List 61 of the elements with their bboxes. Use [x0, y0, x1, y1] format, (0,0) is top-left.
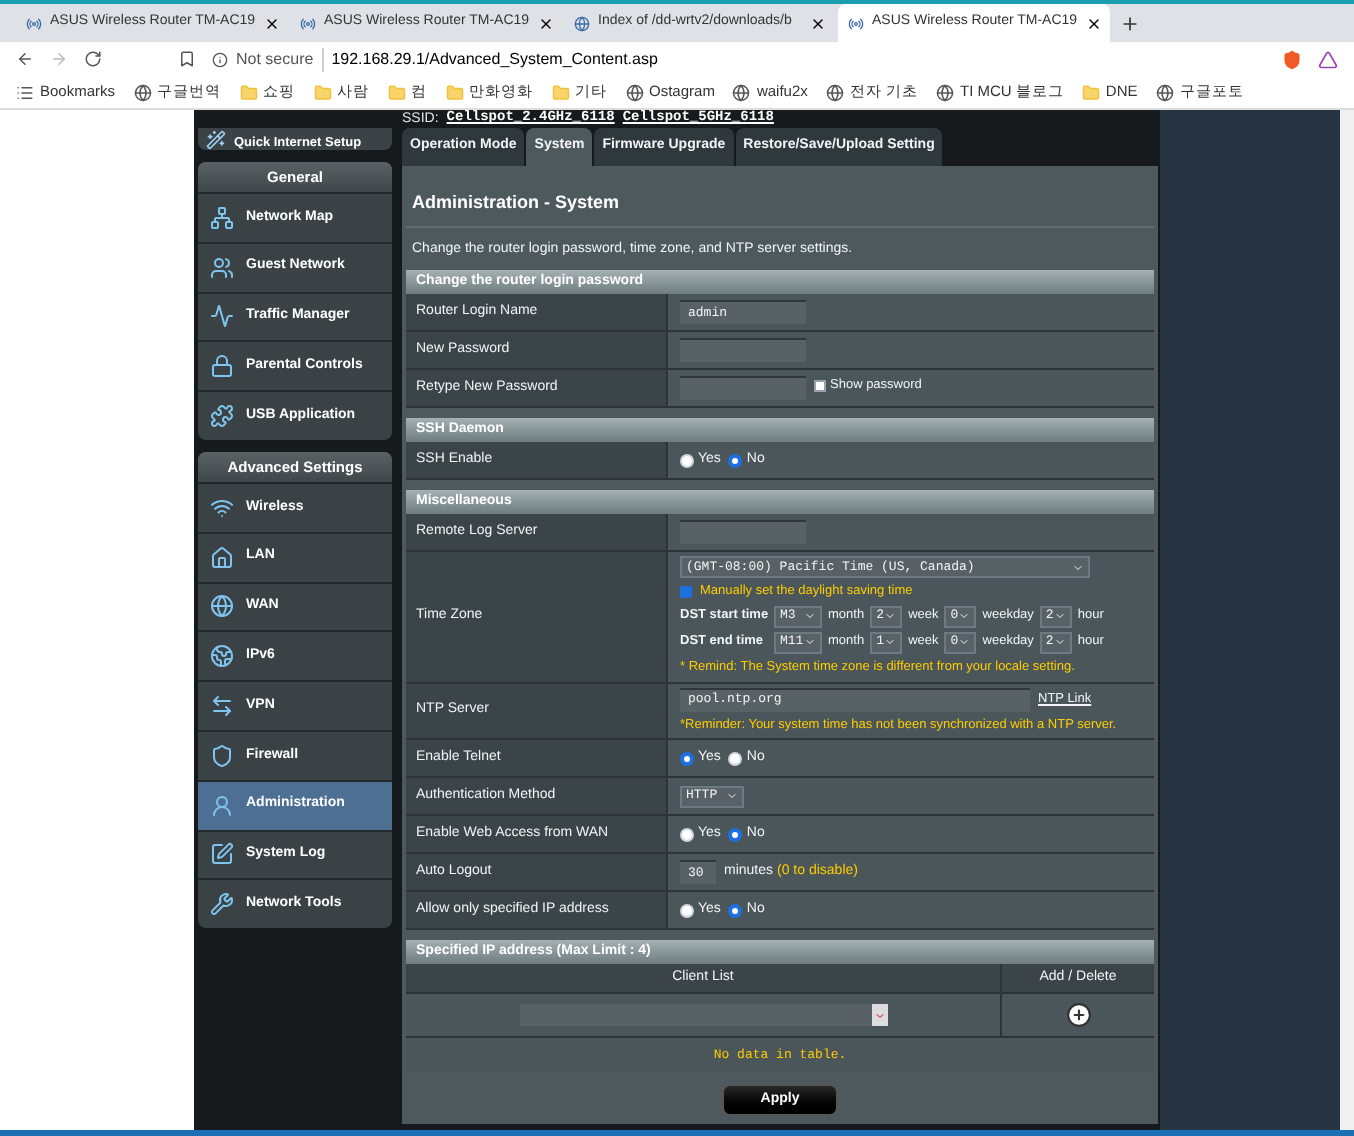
url-text: 192.168.29.1/Advanced_System_Content.asp [321, 47, 658, 71]
globe-icon [935, 83, 954, 101]
folder-icon [239, 83, 258, 101]
page-title: Administration - System [406, 166, 1154, 227]
back-icon[interactable] [16, 50, 34, 68]
globe-icon [825, 83, 844, 101]
radio-button[interactable] [728, 453, 743, 467]
globe-icon [210, 644, 234, 669]
globe-icon [625, 83, 644, 101]
folder-icon [387, 83, 406, 101]
shield-icon [210, 743, 234, 768]
input-field[interactable] [680, 338, 806, 362]
shield-icon[interactable] [1282, 49, 1302, 69]
close-icon[interactable] [810, 15, 826, 31]
globe-icon [732, 83, 751, 101]
folder-icon [1081, 83, 1100, 101]
router-icon [26, 15, 42, 31]
close-icon[interactable] [537, 15, 554, 31]
new-tab-icon[interactable] [1120, 14, 1140, 34]
close-icon[interactable] [263, 15, 280, 31]
checkbox[interactable] [814, 379, 826, 392]
globe-icon [574, 15, 590, 31]
pen-icon [210, 842, 234, 867]
chevron-icon [726, 790, 738, 803]
bookmark-icon[interactable] [178, 50, 196, 68]
user-icon [210, 793, 234, 818]
lock-icon [210, 354, 234, 379]
add-icon[interactable] [1065, 1002, 1091, 1029]
wrench-icon [210, 892, 234, 917]
folder-icon [313, 83, 332, 101]
network-icon [210, 205, 234, 230]
router-icon [848, 15, 864, 31]
radio-button[interactable] [728, 903, 743, 918]
info-icon [212, 51, 228, 67]
folder-icon [445, 83, 464, 101]
dropdown-icon [873, 1009, 885, 1022]
chevron-icon [1072, 561, 1084, 573]
globe-icon [133, 83, 152, 101]
arrows-icon [210, 694, 234, 719]
folder-icon [551, 83, 570, 101]
checkbox[interactable] [680, 585, 692, 598]
puzzle-icon [210, 404, 234, 429]
address-bar[interactable]: Not secure 192.168.29.1/Advanced_System_Content.asp [212, 46, 1266, 72]
scrollbar[interactable] [1340, 110, 1354, 1130]
input-field[interactable] [680, 376, 806, 400]
router-icon [300, 15, 316, 31]
globe-icon [210, 594, 234, 619]
users-icon [210, 255, 234, 280]
radio-button[interactable] [728, 827, 743, 842]
house-icon [210, 545, 234, 570]
list-icon [16, 83, 34, 101]
close-icon[interactable] [1085, 15, 1102, 31]
triangle-icon[interactable] [1318, 49, 1338, 69]
reload-icon[interactable] [84, 50, 102, 68]
globe-icon [1155, 83, 1174, 101]
client-select[interactable] [519, 1004, 887, 1027]
input-field[interactable] [680, 520, 806, 544]
chart-icon [210, 304, 234, 329]
security-text: Not secure [236, 47, 314, 71]
radio-button[interactable] [680, 751, 694, 766]
wand-icon [206, 130, 226, 150]
